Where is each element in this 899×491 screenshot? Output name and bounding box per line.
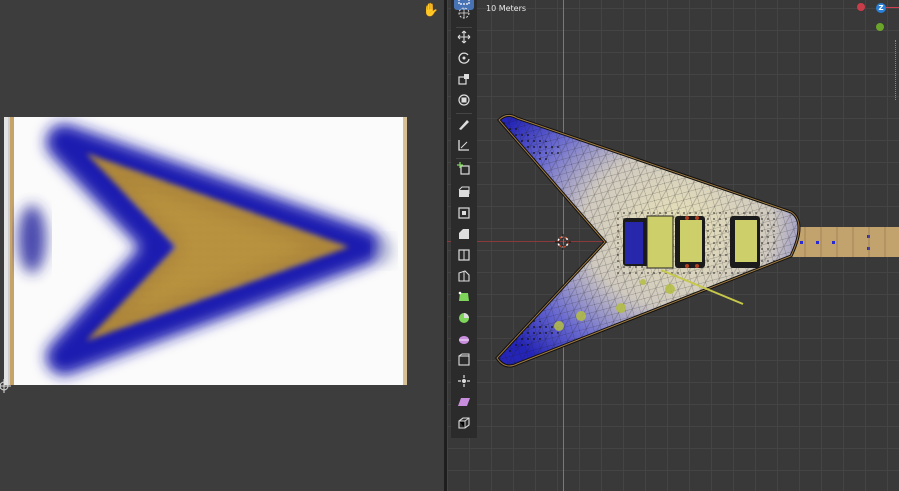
bevel-icon[interactable] bbox=[454, 225, 474, 245]
viewport-nav-buttons[interactable] bbox=[895, 40, 899, 100]
cursor-icon[interactable] bbox=[454, 4, 474, 24]
gizmo-neg-x[interactable] bbox=[857, 3, 865, 11]
knife-icon[interactable] bbox=[454, 267, 474, 287]
loop-cut-icon[interactable] bbox=[454, 246, 474, 266]
rotate-icon[interactable] bbox=[454, 49, 474, 69]
measure-icon[interactable] bbox=[454, 136, 474, 156]
edge-slide-icon[interactable] bbox=[454, 351, 474, 371]
annotate-icon[interactable] bbox=[454, 115, 474, 135]
tool-shelf bbox=[451, 0, 477, 438]
inset-icon[interactable] bbox=[454, 204, 474, 224]
add-cube-icon[interactable] bbox=[454, 160, 474, 180]
hand-pan-icon[interactable]: ✋ bbox=[422, 2, 440, 20]
texture-image bbox=[4, 117, 407, 385]
image-editor[interactable]: ✋ bbox=[0, 0, 444, 491]
3d-cursor-icon[interactable] bbox=[555, 234, 571, 250]
rip-region-icon[interactable] bbox=[454, 414, 474, 434]
move-icon[interactable] bbox=[454, 28, 474, 48]
guitar-mesh[interactable] bbox=[447, 0, 899, 491]
gizmo-z-axis[interactable]: Z bbox=[876, 3, 886, 13]
shear-icon[interactable] bbox=[454, 393, 474, 413]
3d-viewport[interactable]: ·· ·· ·· ···· 10 Meters bbox=[447, 0, 899, 491]
transform-icon[interactable] bbox=[454, 91, 474, 111]
spin-icon[interactable] bbox=[454, 309, 474, 329]
2d-cursor-icon[interactable] bbox=[0, 379, 11, 393]
shrink-fatten-icon[interactable] bbox=[454, 372, 474, 392]
gizmo-y-axis[interactable] bbox=[876, 23, 884, 31]
navigation-gizmo[interactable]: Z bbox=[857, 0, 899, 110]
texture-canvas[interactable] bbox=[4, 117, 407, 385]
poly-build-icon[interactable] bbox=[454, 288, 474, 308]
smooth-icon[interactable] bbox=[454, 330, 474, 350]
extrude-icon[interactable] bbox=[454, 183, 474, 203]
scale-icon[interactable] bbox=[454, 70, 474, 90]
